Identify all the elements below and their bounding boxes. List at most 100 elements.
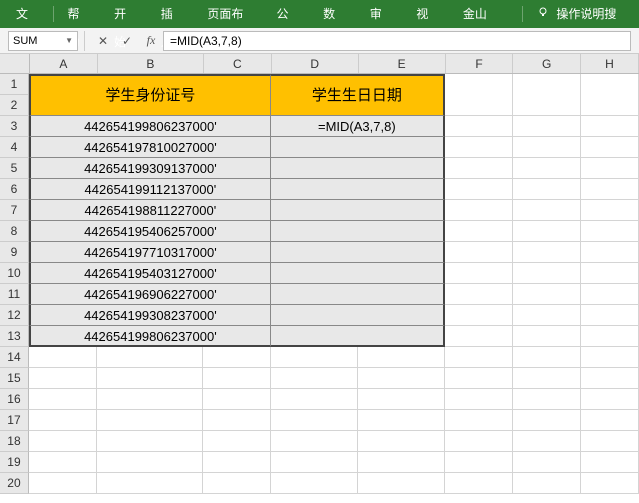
cell[interactable] bbox=[203, 431, 271, 452]
cell[interactable] bbox=[581, 200, 639, 221]
birthday-cell[interactable] bbox=[271, 221, 445, 242]
cell[interactable] bbox=[581, 431, 639, 452]
cell[interactable] bbox=[203, 473, 271, 494]
cell[interactable] bbox=[358, 473, 445, 494]
cell[interactable] bbox=[513, 368, 581, 389]
cell[interactable] bbox=[445, 284, 513, 305]
cell[interactable] bbox=[97, 410, 203, 431]
cell[interactable] bbox=[271, 473, 358, 494]
id-cell[interactable]: 442654197810027000' bbox=[29, 137, 271, 158]
cell[interactable] bbox=[29, 410, 97, 431]
birthday-cell[interactable] bbox=[271, 263, 445, 284]
cell[interactable] bbox=[97, 473, 203, 494]
birthday-cell[interactable] bbox=[271, 242, 445, 263]
cell[interactable] bbox=[445, 179, 513, 200]
cell[interactable] bbox=[581, 263, 639, 284]
cell[interactable] bbox=[29, 389, 97, 410]
id-cell[interactable]: 442654199308237000' bbox=[29, 305, 271, 326]
cell[interactable] bbox=[581, 116, 639, 137]
cell[interactable] bbox=[581, 368, 639, 389]
cell[interactable] bbox=[513, 74, 581, 116]
cell[interactable] bbox=[97, 368, 203, 389]
cell[interactable] bbox=[203, 452, 271, 473]
cell[interactable] bbox=[445, 263, 513, 284]
row-header[interactable]: 5 bbox=[0, 158, 29, 179]
col-header-E[interactable]: E bbox=[359, 54, 446, 73]
chevron-down-icon[interactable]: ▼ bbox=[65, 36, 73, 45]
cell[interactable] bbox=[513, 158, 581, 179]
header-id-title[interactable]: 学生身份证号 bbox=[29, 74, 271, 116]
menu-insert[interactable]: 插入 bbox=[149, 0, 196, 28]
row-header[interactable]: 14 bbox=[0, 347, 29, 368]
menu-data[interactable]: 数据 bbox=[311, 0, 358, 28]
row-header[interactable]: 11 bbox=[0, 284, 29, 305]
cell[interactable] bbox=[581, 347, 639, 368]
id-cell[interactable]: 442654196906227000' bbox=[29, 284, 271, 305]
row-header[interactable]: 16 bbox=[0, 389, 29, 410]
cell[interactable] bbox=[581, 158, 639, 179]
row-header[interactable]: 19 bbox=[0, 452, 29, 473]
cell[interactable] bbox=[271, 389, 358, 410]
col-header-F[interactable]: F bbox=[446, 54, 514, 73]
row-header[interactable]: 8 bbox=[0, 221, 29, 242]
id-cell[interactable]: 442654199806237000' bbox=[29, 326, 271, 347]
formula-input[interactable]: =MID(A3,7,8) bbox=[163, 31, 631, 51]
cell[interactable] bbox=[358, 389, 445, 410]
cell[interactable] bbox=[445, 410, 513, 431]
cell[interactable] bbox=[513, 284, 581, 305]
birthday-cell[interactable] bbox=[271, 305, 445, 326]
cancel-button[interactable]: ✕ bbox=[91, 31, 115, 51]
id-cell[interactable]: 442654199112137000' bbox=[29, 179, 271, 200]
cell[interactable] bbox=[513, 389, 581, 410]
cell[interactable] bbox=[513, 452, 581, 473]
row-header[interactable]: 6 bbox=[0, 179, 29, 200]
cell[interactable] bbox=[445, 116, 513, 137]
cell[interactable] bbox=[445, 389, 513, 410]
cell[interactable] bbox=[203, 368, 271, 389]
name-box[interactable]: SUM ▼ bbox=[8, 31, 78, 51]
cell[interactable] bbox=[271, 347, 358, 368]
id-cell[interactable]: 442654195406257000' bbox=[29, 221, 271, 242]
cell[interactable] bbox=[445, 347, 513, 368]
cell[interactable] bbox=[97, 452, 203, 473]
cell[interactable] bbox=[29, 473, 97, 494]
cell[interactable] bbox=[97, 431, 203, 452]
cell[interactable] bbox=[29, 368, 97, 389]
cell[interactable] bbox=[445, 368, 513, 389]
cell[interactable] bbox=[581, 473, 639, 494]
row-header[interactable]: 12 bbox=[0, 74, 29, 116]
cell[interactable] bbox=[581, 137, 639, 158]
id-cell[interactable]: 442654197710317000' bbox=[29, 242, 271, 263]
cell[interactable] bbox=[581, 452, 639, 473]
cell[interactable] bbox=[581, 326, 639, 347]
id-cell[interactable]: 442654195403127000' bbox=[29, 263, 271, 284]
cell[interactable] bbox=[29, 431, 97, 452]
row-header[interactable]: 4 bbox=[0, 137, 29, 158]
cell[interactable] bbox=[581, 284, 639, 305]
menu-review[interactable]: 审阅 bbox=[358, 0, 405, 28]
cell[interactable] bbox=[97, 347, 203, 368]
cell[interactable] bbox=[513, 263, 581, 284]
cell[interactable] bbox=[203, 389, 271, 410]
cell[interactable] bbox=[513, 473, 581, 494]
cell[interactable] bbox=[271, 368, 358, 389]
cell[interactable] bbox=[513, 305, 581, 326]
cell[interactable] bbox=[581, 410, 639, 431]
cell[interactable] bbox=[203, 347, 271, 368]
cell[interactable] bbox=[581, 221, 639, 242]
cell[interactable] bbox=[513, 326, 581, 347]
cell[interactable] bbox=[445, 326, 513, 347]
row-header[interactable]: 12 bbox=[0, 305, 29, 326]
row-header[interactable]: 9 bbox=[0, 242, 29, 263]
row-header[interactable]: 7 bbox=[0, 200, 29, 221]
menu-hint[interactable]: 操作说明搜索 bbox=[525, 0, 635, 28]
row-header[interactable]: 3 bbox=[0, 116, 29, 137]
birthday-cell[interactable] bbox=[271, 200, 445, 221]
cell[interactable] bbox=[29, 347, 97, 368]
cell[interactable] bbox=[513, 347, 581, 368]
cell[interactable] bbox=[581, 389, 639, 410]
cell[interactable] bbox=[97, 389, 203, 410]
cell[interactable] bbox=[445, 452, 513, 473]
row-header[interactable]: 10 bbox=[0, 263, 29, 284]
cell[interactable] bbox=[445, 74, 513, 116]
